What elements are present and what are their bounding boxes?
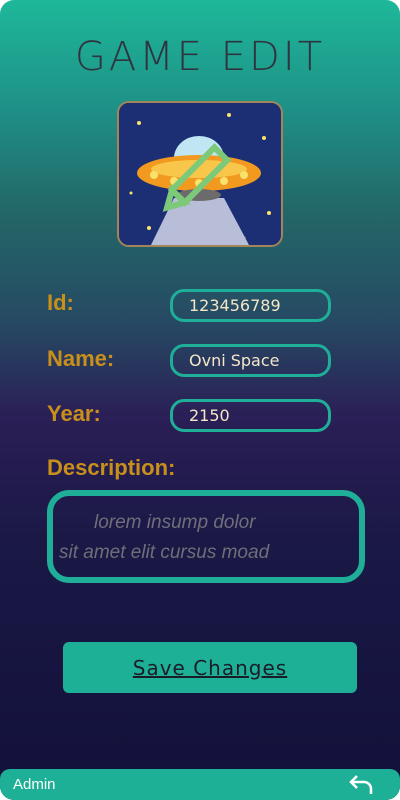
- name-label: Name:: [47, 346, 115, 371]
- game-edit-screen: GAME EDIT Id: 123456789 Name: Ovni Space…: [0, 0, 400, 800]
- pencil-icon[interactable]: [162, 135, 240, 219]
- back-arrow-icon[interactable]: [348, 773, 374, 795]
- name-field[interactable]: Ovni Space: [170, 344, 331, 377]
- description-line-1: lorem insump dolor: [94, 512, 256, 533]
- year-label: Year:: [47, 401, 101, 426]
- description-label: Description:: [47, 455, 176, 480]
- id-label: Id:: [47, 290, 74, 315]
- user-label: Admin: [13, 776, 56, 793]
- save-changes-button[interactable]: Save Changes: [63, 642, 357, 693]
- description-field[interactable]: lorem insump dolor sit amet elit cursus …: [47, 490, 365, 583]
- id-field[interactable]: 123456789: [170, 289, 331, 322]
- page-title: GAME EDIT: [74, 34, 326, 80]
- description-line-2: sit amet elit cursus moad: [59, 542, 270, 563]
- footer-bar: Admin: [0, 769, 400, 800]
- year-field[interactable]: 2150: [170, 399, 331, 432]
